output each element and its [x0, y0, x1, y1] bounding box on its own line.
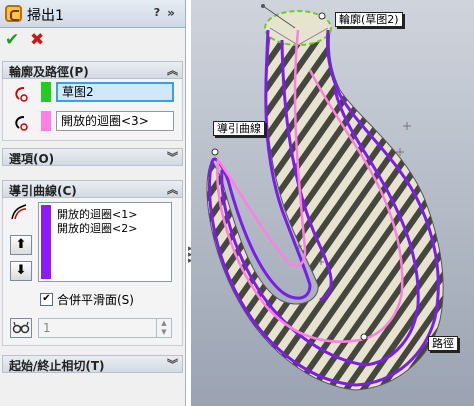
collapse-icon[interactable]: ︽: [167, 181, 178, 197]
section-header-tangency[interactable]: 起始/終止相切(T) ︾: [2, 355, 183, 373]
section-label: 起始/終止相切(T): [9, 359, 105, 373]
page-title: 掃出1: [27, 8, 64, 24]
guide-curve-callout[interactable]: 導引曲線: [213, 121, 265, 136]
show-sections-icon[interactable]: [10, 318, 32, 338]
graphics-viewport[interactable]: 輪廓(草图2) 導引曲線 路徑: [191, 0, 474, 406]
title-bar: 掃出1 ? »: [0, 0, 185, 28]
move-down-button[interactable]: ⬇: [10, 261, 32, 281]
ok-button[interactable]: ✔: [5, 31, 23, 49]
spinner-value: 1: [43, 321, 51, 335]
profile-icon: [15, 87, 28, 102]
section-header-guide-curves[interactable]: 導引曲線(C) ︽: [2, 180, 183, 198]
expand-icon[interactable]: ︾: [167, 149, 178, 165]
profile-callout[interactable]: 輪廓(草图2): [335, 12, 403, 27]
guide-curve-icon: [11, 204, 27, 220]
section-count-spinner[interactable]: 1 ▲ ▼: [38, 318, 172, 338]
section-body-profile-path: 草图2 開放的迴圈<3>: [2, 79, 183, 141]
section-label: 輪廓及路徑(P): [9, 65, 89, 79]
profile-color-swatch: [41, 82, 51, 102]
move-up-button[interactable]: ⬆: [10, 235, 32, 255]
path-callout[interactable]: 路徑: [428, 336, 458, 351]
guide-curves-list[interactable]: 開放的迴圈<1> 開放的迴圈<2>: [38, 202, 172, 282]
path-color-swatch: [41, 111, 51, 131]
section-header-profile-path[interactable]: 輪廓及路徑(P) ︽: [2, 61, 183, 79]
expand-icon[interactable]: ︾: [167, 356, 178, 372]
path-selection-field[interactable]: 開放的迴圈<3>: [56, 111, 174, 131]
property-manager-panel: 掃出1 ? » ✔ ✖ 輪廓及路徑(P) ︽ 草图2 開放的迴圈<3> 選項(O…: [0, 0, 186, 406]
profile-selection-field[interactable]: 草图2: [56, 82, 174, 102]
help-icon[interactable]: ?: [150, 6, 164, 20]
section-label: 選項(O): [9, 152, 55, 166]
merge-smooth-faces-checkbox[interactable]: ✔: [40, 293, 53, 306]
arrow-down-icon: ⬇: [15, 263, 27, 278]
merge-smooth-faces-label: 合併平滑面(S): [57, 293, 134, 307]
guide-color-swatch: [41, 205, 51, 279]
path-icon: [15, 116, 28, 131]
arrow-up-icon: ⬆: [15, 237, 27, 252]
section-header-options[interactable]: 選項(O) ︾: [2, 148, 183, 166]
list-item[interactable]: 開放的迴圈<2>: [57, 220, 137, 236]
spinner-arrows[interactable]: ▲ ▼: [156, 319, 171, 337]
sweep-feature-icon: [5, 5, 22, 22]
section-label: 導引曲線(C): [9, 184, 77, 198]
collapse-icon[interactable]: ︽: [167, 62, 178, 78]
more-icon[interactable]: »: [165, 6, 177, 20]
cancel-button[interactable]: ✖: [30, 31, 48, 49]
